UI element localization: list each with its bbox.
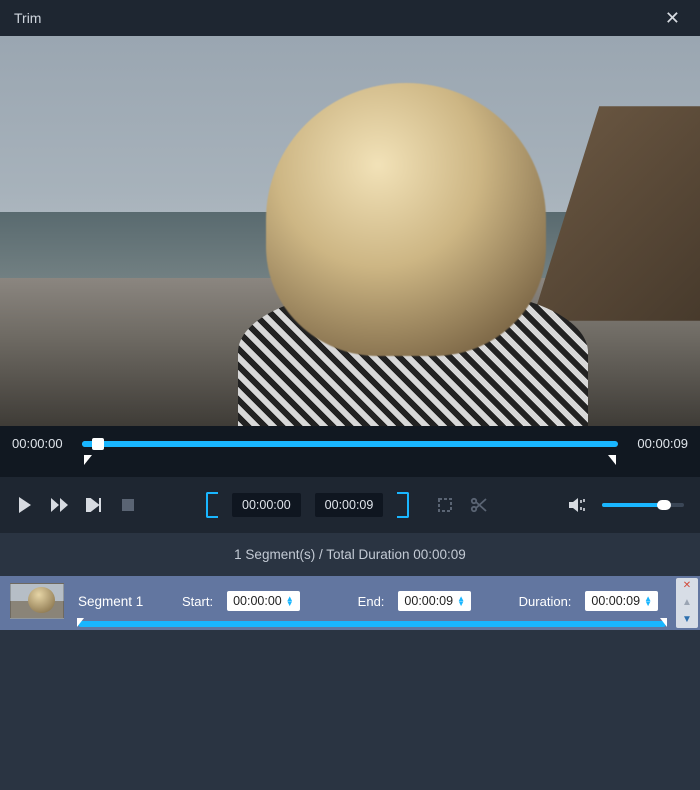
- delete-segment-icon[interactable]: ✕: [683, 581, 691, 591]
- empty-area: [0, 630, 700, 790]
- segment-side-buttons: ✕ ▲ ▼: [676, 578, 698, 628]
- segment-thumbnail: [10, 583, 64, 619]
- crop-icon[interactable]: [435, 495, 455, 515]
- segment-range-track[interactable]: [78, 621, 666, 627]
- segment-out-marker[interactable]: [660, 618, 667, 627]
- volume-slider[interactable]: [602, 503, 684, 507]
- set-in-point-icon[interactable]: [206, 492, 218, 518]
- trim-out-marker[interactable]: [608, 455, 616, 465]
- duration-time-input[interactable]: 00:00:09 ▲▼: [585, 591, 658, 611]
- out-time-display[interactable]: 00:00:09: [315, 493, 384, 517]
- duration-label: Duration:: [519, 594, 572, 609]
- video-preview: [0, 36, 700, 426]
- timeline-area: 00:00:00 00:00:09: [0, 426, 700, 477]
- end-time-input[interactable]: 00:00:09 ▲▼: [398, 591, 471, 611]
- trim-in-marker[interactable]: [84, 455, 92, 465]
- volume-icon[interactable]: [568, 495, 588, 515]
- start-time-input[interactable]: 00:00:00 ▲▼: [227, 591, 300, 611]
- play-icon[interactable]: [16, 495, 36, 515]
- close-icon[interactable]: ✕: [659, 4, 686, 33]
- segment-row[interactable]: Segment 1 Start: 00:00:00 ▲▼ End: 00:00:…: [0, 576, 700, 630]
- spinner-arrows-icon[interactable]: ▲▼: [644, 596, 652, 606]
- total-time-label: 00:00:09: [628, 436, 688, 451]
- stop-icon[interactable]: [118, 495, 138, 515]
- current-time-label: 00:00:00: [12, 436, 72, 451]
- window-title: Trim: [14, 10, 41, 26]
- spinner-arrows-icon[interactable]: ▲▼: [457, 596, 465, 606]
- segment-in-marker[interactable]: [77, 618, 84, 627]
- split-scissors-icon[interactable]: [469, 495, 489, 515]
- volume-thumb[interactable]: [657, 500, 671, 510]
- seek-track[interactable]: [82, 441, 618, 447]
- seek-thumb[interactable]: [92, 438, 104, 450]
- segment-name: Segment 1: [78, 594, 168, 609]
- set-out-point-icon[interactable]: [397, 492, 409, 518]
- playback-controls: 00:00:00 00:00:09: [0, 477, 700, 533]
- move-down-icon[interactable]: ▼: [682, 615, 692, 625]
- trim-marker-row: [84, 455, 616, 473]
- fast-forward-icon[interactable]: [50, 495, 70, 515]
- spinner-arrows-icon[interactable]: ▲▼: [286, 596, 294, 606]
- segments-summary: 1 Segment(s) / Total Duration 00:00:09: [0, 533, 700, 576]
- in-time-display[interactable]: 00:00:00: [232, 493, 301, 517]
- title-bar: Trim ✕: [0, 0, 700, 36]
- end-label: End:: [358, 594, 385, 609]
- move-up-icon[interactable]: ▲: [682, 598, 692, 608]
- next-frame-icon[interactable]: [84, 495, 104, 515]
- start-label: Start:: [182, 594, 213, 609]
